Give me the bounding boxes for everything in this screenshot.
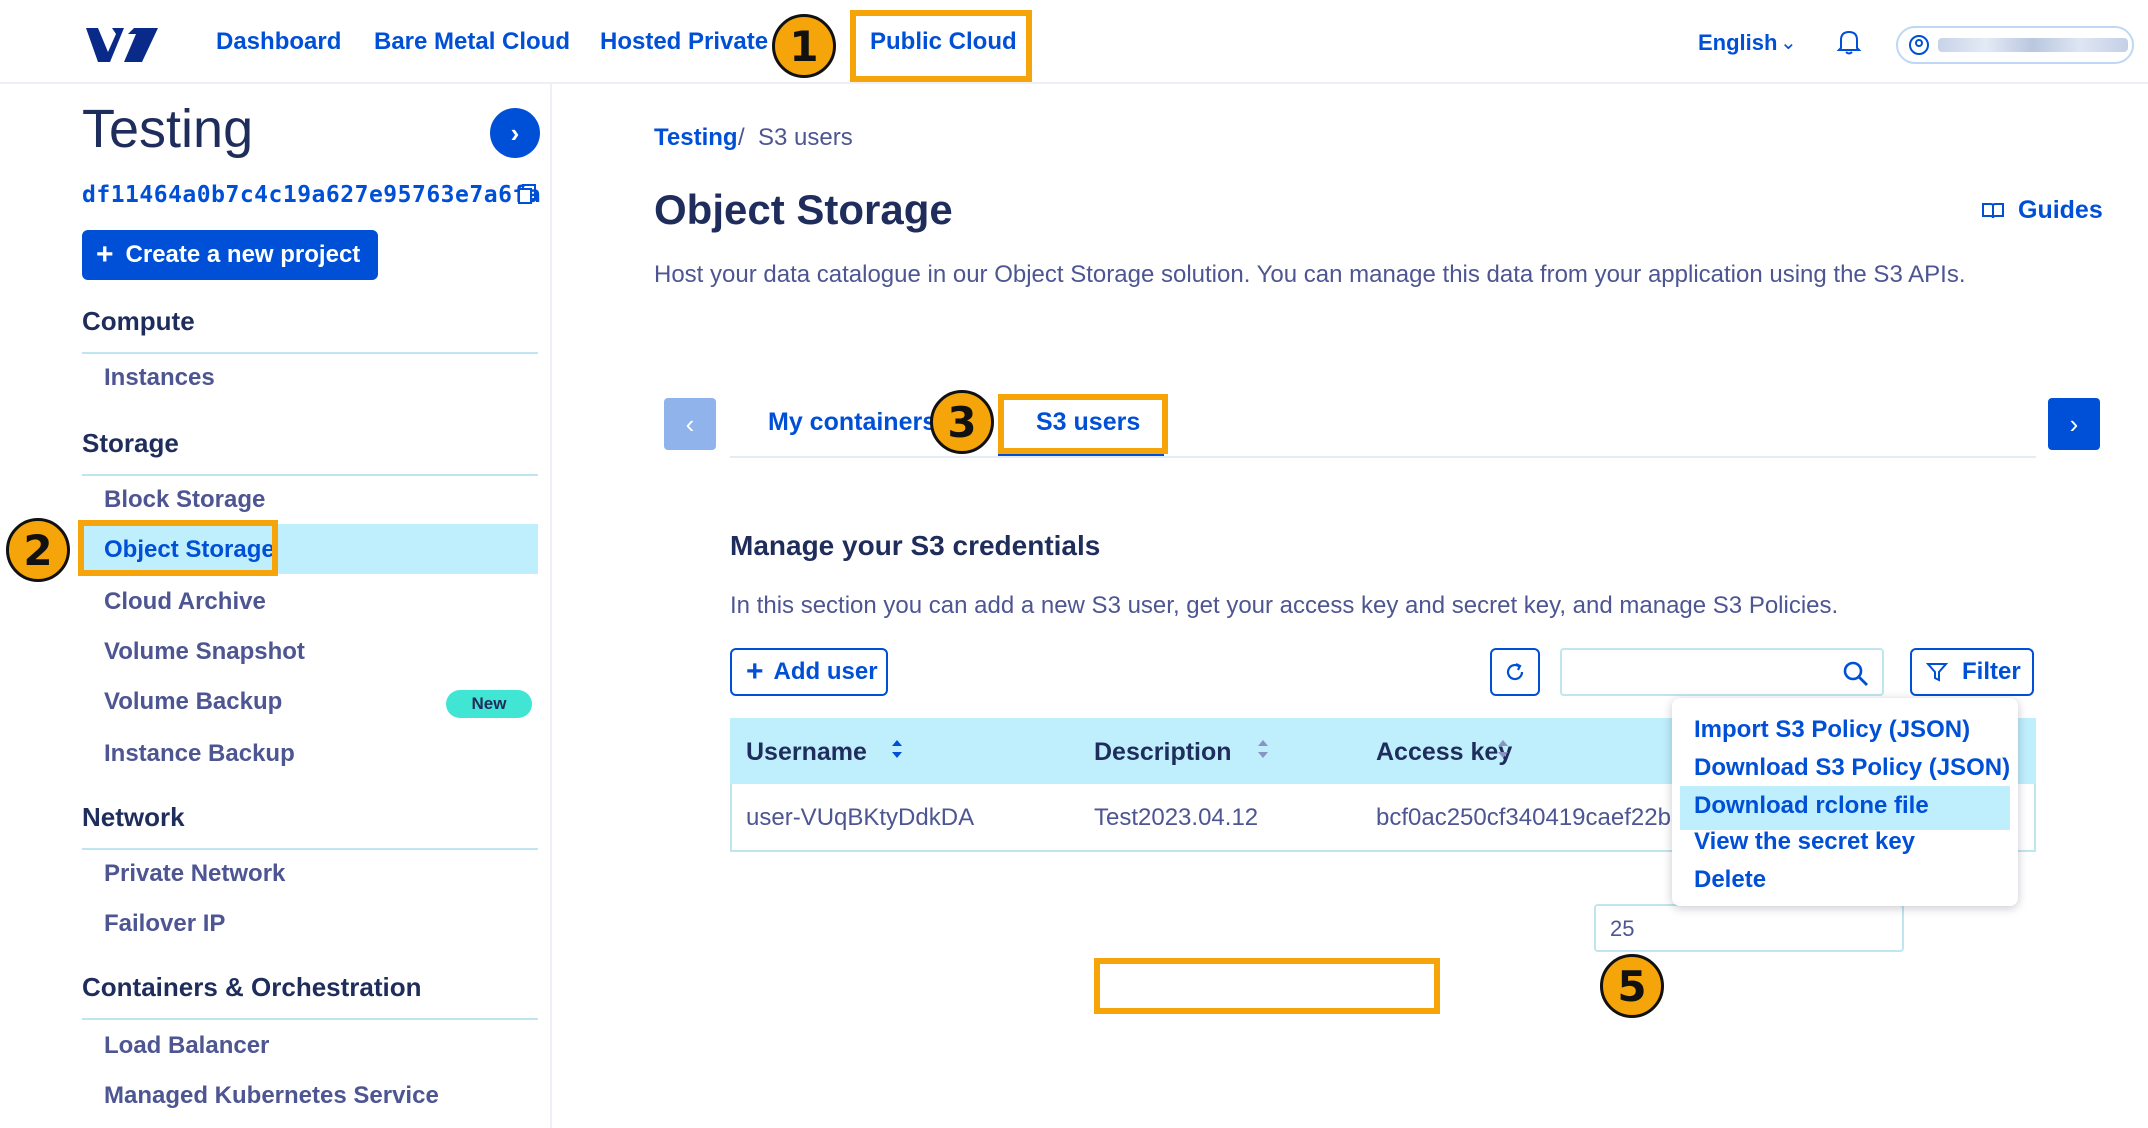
filter-button[interactable]: Filter <box>1910 648 2034 696</box>
copy-icon[interactable] <box>518 184 536 204</box>
sidebar-item-block-storage[interactable]: Block Storage <box>104 486 265 514</box>
section-description: In this section you can add a new S3 use… <box>730 592 1839 619</box>
sidebar-item-private-network[interactable]: Private Network <box>104 860 285 888</box>
column-header-description[interactable]: Description <box>1094 738 1232 767</box>
project-title: Testing <box>82 99 254 159</box>
callout-5: 5 <box>1600 954 1664 1018</box>
sidebar-item-volume-backup[interactable]: Volume Backup <box>104 688 282 716</box>
search-input[interactable] <box>1560 648 1884 696</box>
account-menu[interactable] <box>1896 26 2134 64</box>
sort-icon[interactable] <box>1256 736 1270 762</box>
divider <box>82 848 538 850</box>
menu-item-view-secret-key[interactable]: View the secret key <box>1694 828 1915 856</box>
tabs-next-button[interactable]: › <box>2048 398 2100 450</box>
nav-hosted-private[interactable]: Hosted Private <box>600 28 768 56</box>
section-containers-orchestration: Containers & Orchestration <box>82 972 422 1002</box>
add-user-label: Add user <box>773 658 878 685</box>
filter-label: Filter <box>1962 658 2021 685</box>
highlight-box-download-rclone <box>1094 958 1440 1014</box>
highlight-box-s3-users <box>998 394 1168 454</box>
tabs-prev-button[interactable]: ‹ <box>664 398 716 450</box>
language-selector[interactable]: English <box>1698 30 1777 56</box>
page-description: Host your data catalogue in our Object S… <box>654 261 1966 288</box>
divider <box>82 352 538 354</box>
column-header-access-key[interactable]: Access key <box>1376 738 1512 767</box>
callout-1: 1 <box>772 14 836 78</box>
row-actions-menu-items: Download S3 Policy (JSON) Download rclon… <box>1672 698 2018 950</box>
sidebar-item-instance-backup[interactable]: Instance Backup <box>104 740 295 768</box>
sidebar-item-managed-kubernetes[interactable]: Managed Kubernetes Service <box>104 1082 439 1110</box>
sidebar-item-volume-snapshot[interactable]: Volume Snapshot <box>104 638 305 666</box>
new-badge: New <box>446 690 532 718</box>
section-storage: Storage <box>82 428 179 458</box>
add-user-button[interactable]: + Add user <box>730 648 888 696</box>
menu-item-download-s3-policy[interactable]: Download S3 Policy (JSON) <box>1694 754 2010 782</box>
tab-my-containers[interactable]: My containers <box>768 408 936 437</box>
refresh-button[interactable] <box>1490 648 1540 696</box>
sidebar-item-failover-ip[interactable]: Failover IP <box>104 910 225 938</box>
highlight-box-public-cloud <box>850 10 1032 82</box>
sidebar-item-instances[interactable]: Instances <box>104 364 215 392</box>
filter-icon <box>1926 663 1948 682</box>
blurred-account-name <box>1938 38 2128 52</box>
book-icon <box>1982 202 2004 218</box>
tabs-divider <box>730 456 2036 458</box>
highlight-box-object-storage <box>78 520 278 576</box>
bell-icon[interactable] <box>1836 28 1862 56</box>
sidebar-item-cloud-archive[interactable]: Cloud Archive <box>104 588 266 616</box>
breadcrumb-testing[interactable]: Testing <box>654 124 738 152</box>
guides-label: Guides <box>2018 196 2103 224</box>
plus-icon: + <box>746 655 764 688</box>
section-network: Network <box>82 802 185 832</box>
top-navigation-bar: Dashboard Bare Metal Cloud Hosted Privat… <box>0 0 2148 84</box>
ovh-logo[interactable] <box>84 22 160 68</box>
menu-item-download-rclone[interactable]: Download rclone file <box>1694 792 1929 820</box>
divider <box>82 1018 538 1020</box>
menu-item-delete[interactable]: Delete <box>1694 866 1766 894</box>
callout-3: 3 <box>930 390 994 454</box>
section-compute: Compute <box>82 306 195 336</box>
callout-2: 2 <box>6 518 70 582</box>
sidebar-item-load-balancer[interactable]: Load Balancer <box>104 1032 269 1060</box>
page-title: Object Storage <box>654 186 953 233</box>
project-switch-button[interactable]: › <box>490 108 540 158</box>
plus-icon: + <box>96 238 114 271</box>
section-heading: Manage your S3 credentials <box>730 530 1101 561</box>
project-id: df11464a0b7c4c19a627e95763e7a6fa <box>82 182 542 208</box>
sort-icon[interactable] <box>890 736 904 762</box>
breadcrumb-separator: / <box>738 124 745 151</box>
breadcrumb-current: S3 users <box>758 124 853 151</box>
create-project-label: Create a new project <box>125 241 361 268</box>
sidebar: Testing › df11464a0b7c4c19a627e95763e7a6… <box>72 84 552 1128</box>
cell-description: Test2023.04.12 <box>1094 804 1259 831</box>
column-header-username[interactable]: Username <box>746 738 867 767</box>
page-size-value: 25 <box>1610 916 1635 941</box>
chevron-down-icon[interactable]: ⌄ <box>1780 30 1797 55</box>
refresh-icon <box>1506 663 1524 681</box>
create-project-button[interactable]: + Create a new project <box>82 230 378 280</box>
nav-dashboard[interactable]: Dashboard <box>216 28 341 56</box>
nav-bare-metal-cloud[interactable]: Bare Metal Cloud <box>374 28 570 56</box>
user-icon <box>1909 35 1929 55</box>
search-icon[interactable] <box>1842 660 1870 688</box>
sort-icon[interactable] <box>1496 736 1510 762</box>
guides-link[interactable]: Guides <box>1982 196 2103 225</box>
divider <box>82 474 538 476</box>
cell-username: user-VUqBKtyDdkDA <box>746 804 975 831</box>
